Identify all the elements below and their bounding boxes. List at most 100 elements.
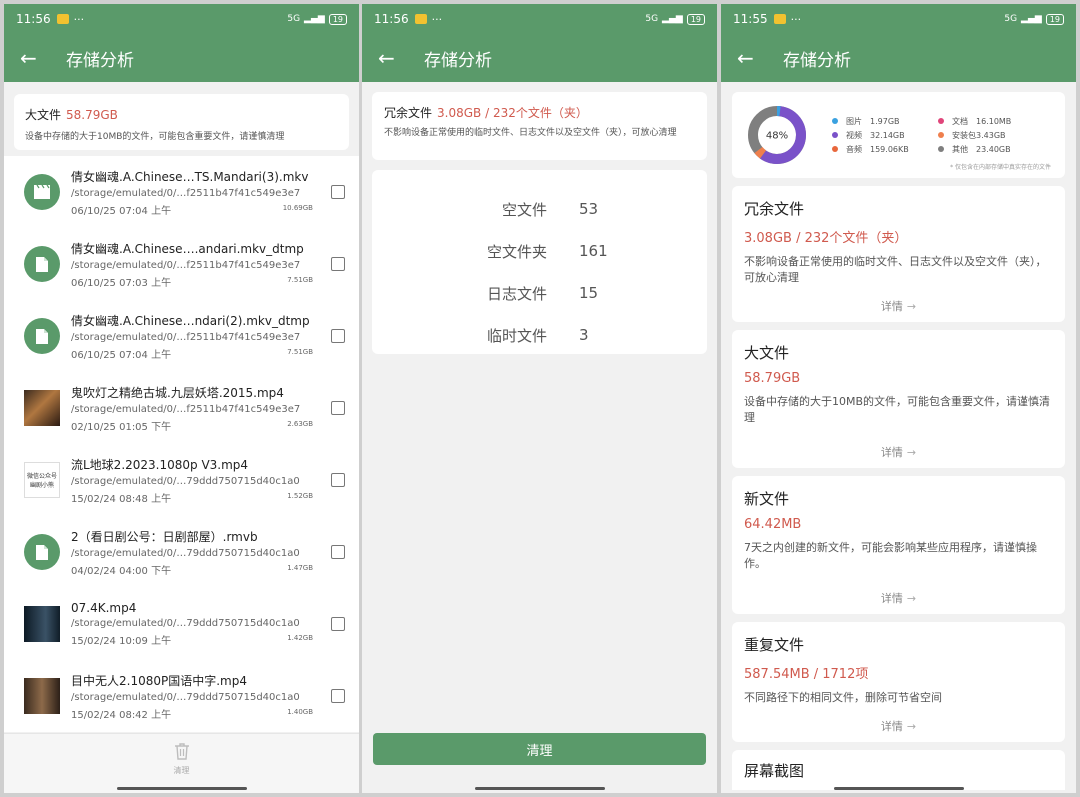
select-checkbox[interactable]: [331, 257, 345, 271]
donut-segment-apk: [754, 146, 767, 159]
back-arrow-icon[interactable]: ←: [20, 46, 50, 70]
document-file-icon: [24, 246, 60, 282]
category-label: 大文件: [25, 108, 62, 122]
legend-name: 图片: [846, 116, 862, 126]
category-size: 64.42MB: [744, 517, 802, 532]
donut-percent: 48%: [766, 131, 788, 142]
legend-value: 23.40GB: [976, 144, 1011, 154]
category-card-redundant[interactable]: 冗余文件 3.08GB / 232个文件（夹） 不影响设备正常使用的临时文件、日…: [732, 186, 1065, 322]
thumbnail-text: 微信公众号: [26, 473, 57, 480]
details-link[interactable]: 详情 →: [732, 298, 1065, 314]
thumbnail-text: 幽剧小熊: [29, 482, 54, 489]
category-card-large-files[interactable]: 大文件 58.79GB 设备中存储的大于10MB的文件，可能包含重要文件，请谨慎…: [732, 330, 1065, 468]
file-name: 倩女幽魂.A.Chinese…ndari(2).mkv_dtmp: [71, 313, 310, 328]
details-link[interactable]: 详情 →: [732, 718, 1065, 734]
file-date: 04/02/24 04:00 下午: [71, 565, 172, 577]
list-item[interactable]: 目中无人2.1080P国语中字.mp4 /storage/emulated/0/…: [4, 660, 359, 732]
category-card-screenshots[interactable]: 屏幕截图: [732, 750, 1065, 790]
storage-usage-card: 48% 图片 1.97GB 文档 16.10MB 视频 32.14GB 安装包 3.43…: [732, 92, 1065, 178]
status-time: 11:55: [733, 12, 768, 26]
list-item[interactable]: 微信公众号 幽剧小熊 流L地球2.2023.1080p V3.mp4 /stor…: [4, 444, 359, 516]
select-checkbox[interactable]: [331, 617, 345, 631]
category-card-new-files[interactable]: 新文件 64.42MB 7天之内创建的新文件，可能会影响某些应用程序，请谨慎操作…: [732, 476, 1065, 614]
video-thumbnail: [24, 678, 60, 714]
video-thumbnail: [24, 390, 60, 426]
network-label: 5G: [645, 14, 659, 24]
file-name: 目中无人2.1080P国语中字.mp4: [71, 673, 247, 688]
large-files-summary: 大文件 58.79GB 设备中存储的大于10MB的文件，可能包含重要文件，请谨慎清…: [14, 94, 349, 150]
back-arrow-icon[interactable]: ←: [737, 46, 767, 70]
file-date: 06/10/25 07:04 上午: [71, 205, 172, 217]
list-item[interactable]: 倩女幽魂.A.Chinese….andari.mkv_dtmp /storage…: [4, 228, 359, 300]
list-item[interactable]: 倩女幽魂.A.Chinese…ndari(2).mkv_dtmp /storag…: [4, 300, 359, 372]
stat-label: 空文件夹: [486, 242, 547, 261]
select-checkbox[interactable]: [331, 545, 345, 559]
category-description: 不影响设备正常使用的临时文件、日志文件以及空文件（夹），可放心清理: [384, 128, 677, 138]
stat-row[interactable]: 临时文件 3: [372, 314, 707, 356]
legend-item: 安装包 3.43GB: [938, 130, 1038, 141]
select-checkbox[interactable]: [331, 185, 345, 199]
list-item[interactable]: 鬼吹灯之精绝古城.九层妖塔.2015.mp4 /storage/emulated…: [4, 372, 359, 444]
battery-icon: 19: [328, 13, 347, 25]
category-label: 冗余文件: [384, 106, 433, 120]
bottom-action-bar: 清理: [4, 733, 359, 793]
storage-legend: 图片 1.97GB 文档 16.10MB 视频 32.14GB 安装包 3.43GB 音…: [832, 116, 1038, 155]
list-item[interactable]: 07.4K.mp4 /storage/emulated/0/…79ddd7507…: [4, 588, 359, 660]
category-card-duplicates[interactable]: 重复文件 587.54MB / 1712项 不同路径下的相同文件，删除可节省空间…: [732, 622, 1065, 742]
back-arrow-icon[interactable]: ←: [378, 46, 408, 70]
file-name: 流L地球2.2023.1080p V3.mp4: [71, 457, 249, 472]
legend-name: 其他: [952, 144, 968, 154]
app-bar: ← 存储分析: [721, 34, 1076, 82]
trash-icon[interactable]: [174, 742, 190, 764]
more-notifications-icon: ···: [790, 12, 802, 26]
file-date: 06/10/25 07:04 上午: [71, 349, 172, 361]
details-label: 详情: [880, 720, 903, 733]
stat-row[interactable]: 日志文件 15: [372, 272, 707, 314]
battery-icon: 19: [686, 13, 705, 25]
arrow-right-icon: →: [906, 592, 917, 605]
status-time: 11:56: [16, 12, 51, 26]
list-item[interactable]: 2（看日剧公号：日剧部屋）.rmvb /storage/emulated/0/……: [4, 516, 359, 588]
arrow-right-icon: →: [906, 446, 917, 459]
file-list: 倩女幽魂.A.Chinese…TS.Mandari(3).mkv /storag…: [4, 156, 359, 732]
file-size: 10.69GB: [282, 203, 313, 212]
legend-dot: [832, 146, 838, 152]
clean-button-label[interactable]: 清理: [174, 765, 190, 776]
category-description: 设备中存储的大于10MB的文件，可能包含重要文件，请谨慎清理: [25, 132, 285, 142]
category-size: 58.79GB: [744, 371, 801, 386]
stat-label: 临时文件: [486, 326, 547, 345]
video-thumbnail: 微信公众号 幽剧小熊: [24, 462, 60, 498]
legend-item: 视频 32.14GB: [832, 130, 938, 141]
stat-row[interactable]: 空文件 53: [372, 188, 707, 230]
file-date: 02/10/25 01:05 下午: [71, 421, 172, 433]
file-path: /storage/emulated/0/…79ddd750715d40c1a0: [71, 547, 300, 559]
file-name: 2（看日剧公号：日剧部屋）.rmvb: [71, 529, 258, 544]
notification-icon: [56, 14, 69, 24]
list-item[interactable]: 倩女幽魂.A.Chinese…TS.Mandari(3).mkv /storag…: [4, 156, 359, 228]
arrow-right-icon: →: [906, 300, 917, 313]
details-link[interactable]: 详情 →: [732, 590, 1065, 606]
redundant-stats: 空文件 53 空文件夹 161 日志文件 15 临时文件 3: [372, 170, 707, 354]
legend-item: 其他 23.40GB: [938, 144, 1038, 155]
phone-large-files: 11:56 ··· 5G ▂▄▆ 19 ← 存储分析 大文件 58.79GB 设备…: [4, 4, 359, 793]
select-checkbox[interactable]: [331, 329, 345, 343]
document-file-icon: [24, 534, 60, 570]
select-checkbox[interactable]: [331, 401, 345, 415]
network-label: 5G: [287, 14, 301, 24]
page-title: 存储分析: [66, 50, 134, 71]
select-checkbox[interactable]: [331, 689, 345, 703]
select-checkbox[interactable]: [331, 473, 345, 487]
redundant-summary: 冗余文件 3.08GB / 232个文件（夹） 不影响设备正常使用的临时文件、日志…: [372, 92, 707, 160]
category-title: 屏幕截图: [744, 762, 805, 780]
clean-button[interactable]: 清理: [373, 733, 706, 765]
stat-row[interactable]: 空文件夹 161: [372, 230, 707, 272]
details-link[interactable]: 详情 →: [732, 444, 1065, 460]
file-size: 7.51GB: [287, 347, 313, 356]
status-bar: 11:55 ··· 5G ▂▄▆ 19: [721, 4, 1076, 34]
signal-icon: ▂▄▆: [1021, 14, 1042, 24]
file-size: 1.42GB: [287, 634, 313, 642]
category-title: 重复文件: [744, 636, 805, 654]
file-path: /storage/emulated/0/…79ddd750715d40c1a0: [71, 475, 300, 487]
legend-item: 图片 1.97GB: [832, 116, 938, 127]
legend-value: 16.10MB: [976, 116, 1012, 126]
